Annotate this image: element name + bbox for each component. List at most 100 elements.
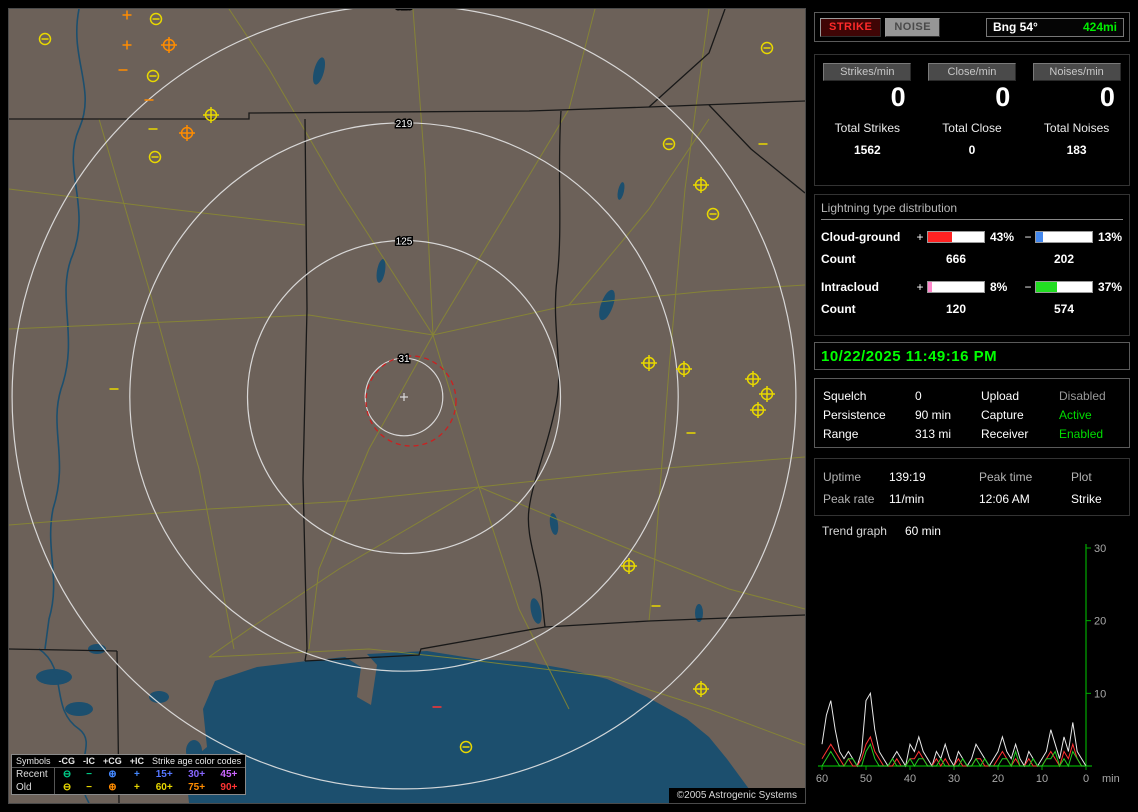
ic-positive-pct: 8%	[990, 280, 1008, 294]
legend-age-value: 15+	[155, 769, 173, 780]
legend-symbol-icon: ⊕	[108, 769, 117, 780]
strike-mode-button[interactable]: STRIKE	[820, 17, 882, 37]
ic-negative-bar	[1035, 281, 1093, 293]
intracloud-count-row: Count 120 574	[821, 300, 1123, 318]
plus-sign: +	[916, 230, 924, 244]
close-per-min-value: 0	[995, 82, 1011, 112]
rate-column-close: Close/min 0 Total Close 0	[920, 55, 1025, 185]
rate-column-noises: Noises/min 0 Total Noises 183	[1024, 55, 1129, 185]
receiver-label: Receiver	[981, 426, 1029, 441]
cg-negative-count: 202	[1053, 252, 1075, 266]
intracloud-row: Intracloud + 8% − 37%	[821, 278, 1123, 296]
rates-panel: Strikes/min 0 Total Strikes 1562 Close/m…	[814, 54, 1130, 186]
ic-negative-pct: 37%	[1098, 280, 1123, 294]
legend-age-value: 60+	[155, 782, 173, 793]
x-unit-label: min	[1102, 773, 1120, 785]
legend-age-value: 30+	[188, 769, 206, 780]
strikes-per-min-button[interactable]: Strikes/min	[823, 63, 912, 81]
ic-positive-bar	[927, 281, 985, 293]
peak-rate-value: 11/min	[889, 492, 925, 506]
uptime-label: Uptime	[823, 470, 862, 484]
cloud-ground-count-row: Count 666 202	[821, 250, 1123, 268]
legend-symbol-icon: ⊖	[62, 769, 72, 780]
current-datetime: 10/22/2025 11:49:16 PM	[821, 347, 998, 365]
y-tick-label: 20	[1094, 616, 1106, 628]
stats-panel: Uptime 139:19 Peak time Plot Peak rate 1…	[814, 458, 1130, 516]
legend-age-title: Strike age color codes	[148, 755, 246, 768]
intracloud-label: Intracloud	[821, 280, 880, 294]
minus-sign: −	[1024, 230, 1032, 244]
cloud-ground-row: Cloud-ground + 43% − 13%	[821, 228, 1123, 246]
strikes-per-min-value: 0	[890, 82, 906, 112]
legend-type-header: +IC	[125, 755, 149, 768]
strike-legend: Symbols -CG -IC +CG +IC Strike age color code…	[11, 754, 247, 795]
datetime-panel: 10/22/2025 11:49:16 PM	[814, 342, 1130, 370]
upload-status: Disabled	[1059, 388, 1106, 403]
total-strikes-label: Total Strikes	[834, 120, 900, 135]
total-strikes-value: 1562	[853, 142, 881, 157]
cg-positive-count: 666	[945, 252, 967, 266]
peak-time-label: Peak time	[979, 470, 1033, 484]
copyright-text: ©2005 Astrogenic Systems	[668, 788, 805, 803]
cg-positive-bar	[927, 231, 985, 243]
y-tick-label: 30	[1094, 543, 1106, 555]
legend-symbols-header: Symbols	[12, 755, 55, 768]
legend-row-label: Old	[12, 781, 56, 794]
trend-graph-chart: 10 20 30 60 50 40 30 20 10 0 min	[816, 543, 1120, 785]
lightning-map[interactable]: 31 125 219 313 Symbols-CG-IC+CG+ICStrike ag…	[8, 8, 806, 804]
x-tick-label: 10	[1036, 773, 1048, 785]
settings-panel: Squelch 0 Upload Disabled Persistence 90…	[814, 378, 1130, 448]
legend-type-header: +CG	[99, 755, 126, 768]
sidebar: STRIKE NOISE Bng 54° 424mi Strikes/min 0…	[814, 8, 1130, 804]
count-label: Count	[821, 302, 856, 316]
legend-table: Symbols -CG -IC +CG +IC Strike age color code…	[12, 755, 246, 794]
rate-column-strikes: Strikes/min 0 Total Strikes 1562	[815, 55, 920, 185]
trend-graph-label: Trend graph	[822, 524, 887, 538]
legend-symbol-icon: −	[86, 769, 92, 780]
noises-per-min-value: 0	[1099, 82, 1115, 112]
persistence-value: 90 min	[915, 407, 952, 422]
legend-symbol-icon: +	[133, 769, 140, 780]
ic-negative-count: 574	[1053, 302, 1075, 316]
x-tick-label: 40	[904, 773, 916, 785]
cg-positive-pct: 43%	[990, 230, 1015, 244]
capture-status: Active	[1059, 407, 1092, 422]
legend-type-header: -CG	[54, 755, 80, 768]
noise-mode-button[interactable]: NOISE	[885, 17, 941, 37]
legend-symbol-icon: −	[86, 782, 92, 793]
ic-positive-count: 120	[945, 302, 967, 316]
total-close-label: Total Close	[942, 120, 1002, 135]
total-noises-value: 183	[1066, 142, 1087, 157]
uptime-value: 139:19	[889, 470, 926, 484]
ring-distance-label: 313	[396, 9, 413, 12]
bearing-value: Bng 54°	[993, 20, 1038, 34]
close-per-min-button[interactable]: Close/min	[927, 63, 1016, 81]
legend-age-value: 90+	[220, 782, 238, 793]
distance-value: 424mi	[1082, 20, 1117, 34]
plus-sign: +	[916, 280, 924, 294]
x-tick-label: 50	[860, 773, 872, 785]
trend-window-value: 60 min	[904, 524, 941, 538]
legend-row-label: Recent	[12, 767, 56, 781]
cg-negative-bar	[1035, 231, 1093, 243]
receiver-status: Enabled	[1059, 426, 1104, 441]
cloud-ground-label: Cloud-ground	[821, 230, 901, 244]
mode-panel: STRIKE NOISE Bng 54° 424mi	[814, 12, 1130, 42]
x-tick-label: 0	[1083, 773, 1089, 785]
y-tick-label: 10	[1094, 688, 1106, 700]
upload-label: Upload	[981, 388, 1020, 403]
lightning-distribution-panel: Lightning type distribution Cloud-ground…	[814, 194, 1130, 336]
noises-per-min-button[interactable]: Noises/min	[1032, 63, 1121, 81]
x-tick-label: 20	[992, 773, 1004, 785]
plot-value: Strike	[1071, 492, 1102, 506]
legend-age-value: 45+	[220, 769, 238, 780]
distribution-title: Lightning type distribution	[821, 201, 1123, 220]
map-canvas[interactable]: 31 125 219 313	[9, 9, 805, 803]
bearing-distance-display: Bng 54° 424mi	[986, 17, 1124, 37]
ring-distance-label: 125	[396, 237, 413, 248]
range-value: 313 mi	[915, 426, 952, 441]
cg-negative-pct: 13%	[1098, 230, 1123, 244]
minus-sign: −	[1024, 280, 1032, 294]
peak-time-value: 12:06 AM	[979, 492, 1030, 506]
legend-symbol-icon: +	[133, 782, 140, 793]
